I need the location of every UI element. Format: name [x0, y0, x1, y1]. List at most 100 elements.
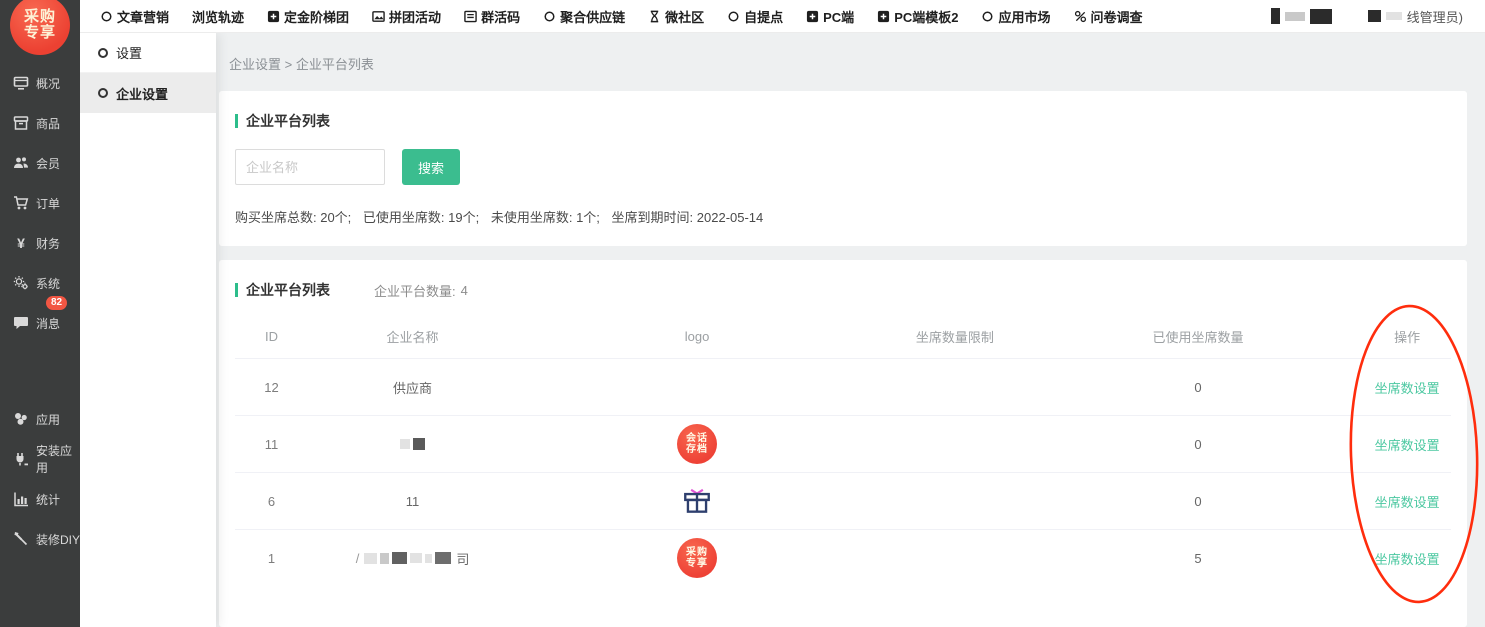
- apps-icon: [13, 411, 29, 427]
- nav-item-label: 问卷调查: [1091, 7, 1143, 26]
- sidebar-item-apps[interactable]: 应用: [0, 399, 80, 439]
- sidebar-spacer: [0, 343, 80, 399]
- cell-id: 6: [235, 494, 308, 509]
- cart-icon: [13, 195, 29, 211]
- brand-logo: 采购 专享: [10, 0, 70, 55]
- table-row: 6 11 0: [235, 472, 1451, 529]
- title-accent-bar: [235, 283, 238, 297]
- sidebar-item-decorate-diy[interactable]: 装修DIY: [0, 519, 80, 559]
- sidebar-item-orders[interactable]: 订单: [0, 183, 80, 223]
- title-accent-bar: [235, 114, 238, 128]
- nav-item-deposit-ladder-group[interactable]: 定金阶梯团: [267, 7, 349, 26]
- cell-logo: 会话 存档: [517, 424, 877, 464]
- cell-id: 12: [235, 380, 308, 395]
- col-header-seat-limit: 坐席数量限制: [877, 327, 1033, 346]
- redacted-block: [1386, 12, 1402, 20]
- image-icon: [372, 10, 385, 23]
- sidebar-item-goods[interactable]: 商品: [0, 103, 80, 143]
- nav-item-app-market[interactable]: 应用市场: [981, 7, 1050, 26]
- stat-expiry-date: 坐席到期时间: 2022-05-14: [612, 210, 764, 225]
- plus-square-icon: [267, 10, 280, 23]
- stat-used-seats: 已使用坐席数: 19个;: [363, 210, 479, 225]
- nav-item-survey[interactable]: 问卷调查: [1074, 7, 1143, 26]
- sidebar-item-label: 会员: [36, 155, 60, 172]
- redacted-text: / 司: [356, 549, 470, 568]
- sidebar-item-label: 系统: [36, 275, 60, 292]
- nav-item-pc[interactable]: PC端: [806, 7, 854, 26]
- cell-enterprise-name: [308, 437, 517, 452]
- subnav-item-label: 设置: [116, 43, 142, 62]
- main-sidebar: 采购 专享 概况 商品 会员 订单 ¥ 财务 系统 消息: [0, 0, 80, 627]
- seat-settings-link[interactable]: 坐席数设置: [1375, 438, 1440, 453]
- enterprise-name-input[interactable]: [235, 149, 385, 185]
- nav-item-article-marketing[interactable]: 文章营销: [100, 7, 169, 26]
- cell-used-seats: 5: [1033, 551, 1364, 566]
- gift-icon: [681, 485, 713, 517]
- seat-settings-link[interactable]: 坐席数设置: [1375, 495, 1440, 510]
- nav-item-supply-chain[interactable]: 聚合供应链: [543, 7, 625, 26]
- nav-item-group-qr[interactable]: 群活码: [464, 7, 520, 26]
- box-icon: [13, 115, 29, 131]
- nav-item-label: 自提点: [744, 7, 783, 26]
- cell-id: 11: [235, 437, 308, 452]
- nav-item-micro-community[interactable]: 微社区: [648, 7, 704, 26]
- enterprise-table: ID 企业名称 logo 坐席数量限制 已使用坐席数量 操作 12 供应商: [235, 314, 1451, 586]
- table-row: 1 / 司: [235, 529, 1451, 586]
- redacted-block: [1271, 8, 1280, 24]
- circle-icon: [100, 10, 113, 23]
- sidebar-item-system[interactable]: 系统: [0, 263, 80, 303]
- session-archive-logo: 会话 存档: [677, 424, 717, 464]
- subnav-item-settings[interactable]: 设置: [80, 33, 216, 73]
- sidebar-item-label: 商品: [36, 115, 60, 132]
- cell-used-seats: 0: [1033, 380, 1364, 395]
- nav-item-browse-track[interactable]: 浏览轨迹: [192, 7, 244, 26]
- sidebar-item-members[interactable]: 会员: [0, 143, 80, 183]
- sidebar-item-overview[interactable]: 概况: [0, 63, 80, 103]
- circle-icon: [727, 10, 740, 23]
- sidebar-item-statistics[interactable]: 统计: [0, 479, 80, 519]
- nav-item-label: 文章营销: [117, 7, 169, 26]
- nav-item-group-activity[interactable]: 拼团活动: [372, 7, 441, 26]
- subnav-item-enterprise-settings[interactable]: 企业设置: [80, 73, 216, 113]
- cell-enterprise-name: / 司: [308, 549, 517, 568]
- sidebar-item-install-apps[interactable]: 安装应用: [0, 439, 80, 479]
- sidebar-item-label: 装修DIY: [36, 531, 80, 548]
- chat-icon: [464, 10, 477, 23]
- nav-item-label: PC端模板2: [894, 7, 958, 26]
- cell-enterprise-name: 供应商: [308, 378, 517, 397]
- enterprise-search-panel: 企业平台列表 搜索 购买坐席总数: 20个; 已使用坐席数: 19个; 未使用坐…: [219, 91, 1467, 246]
- subnav-item-label: 企业设置: [116, 84, 168, 103]
- redacted-text: [400, 438, 425, 450]
- nav-item-pc-template2[interactable]: PC端模板2: [877, 7, 958, 26]
- circle-icon: [543, 10, 556, 23]
- platform-count-label: 企业平台数量:: [374, 281, 456, 300]
- yen-icon: ¥: [13, 235, 29, 251]
- nav-item-pickup-point[interactable]: 自提点: [727, 7, 783, 26]
- tools-icon: [13, 531, 29, 547]
- platform-count-value: 4: [461, 283, 468, 298]
- sidebar-item-messages[interactable]: 消息 82: [0, 303, 80, 343]
- cell-enterprise-name: 11: [308, 494, 517, 509]
- cell-logo: [517, 485, 877, 517]
- message-count-badge: 82: [46, 296, 67, 310]
- circle-icon: [981, 10, 994, 23]
- sidebar-item-finance[interactable]: ¥ 财务: [0, 223, 80, 263]
- stat-unused-seats: 未使用坐席数: 1个;: [491, 210, 600, 225]
- circle-icon: [98, 88, 108, 98]
- seat-settings-link[interactable]: 坐席数设置: [1375, 381, 1440, 396]
- plus-square-icon: [877, 10, 890, 23]
- sidebar-item-label: 订单: [36, 195, 60, 212]
- main-content: 企业设置 > 企业平台列表 企业平台列表 搜索 购买坐席总数: 20个; 已使用…: [216, 33, 1485, 627]
- seat-settings-link[interactable]: 坐席数设置: [1375, 552, 1440, 567]
- search-button[interactable]: 搜索: [402, 149, 460, 185]
- link-icon: [1074, 10, 1087, 23]
- cell-logo: 采购 专享: [517, 538, 877, 578]
- nav-item-label: 群活码: [481, 7, 520, 26]
- redacted-block: [1368, 10, 1381, 22]
- hourglass-icon: [648, 10, 661, 23]
- panel-title: 企业平台列表: [246, 280, 330, 300]
- sidebar-item-label: 概况: [36, 75, 60, 92]
- user-role-text: 线管理员): [1407, 7, 1463, 26]
- redacted-block: [1285, 12, 1305, 21]
- user-account-area[interactable]: 线管理员): [1271, 7, 1485, 26]
